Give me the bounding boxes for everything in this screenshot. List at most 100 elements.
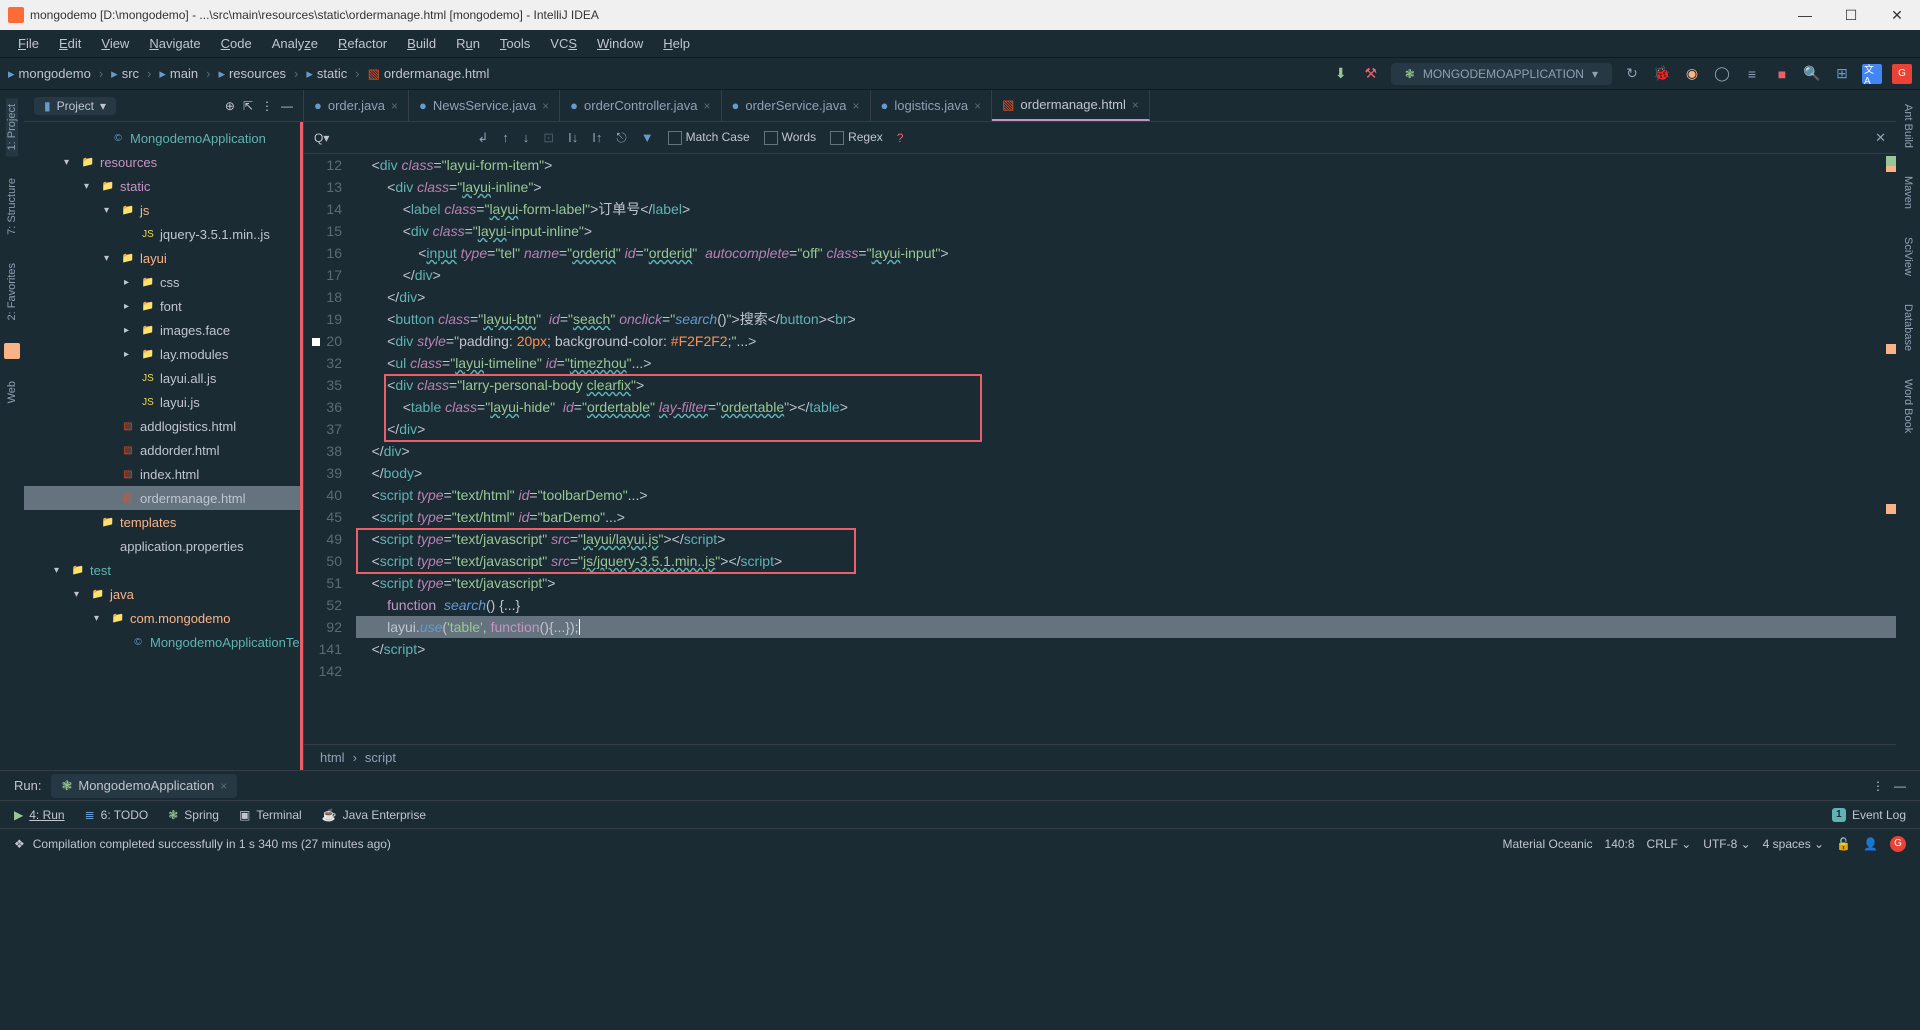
editor-tab[interactable]: ●NewsService.java× [409, 90, 560, 121]
breadcrumb-item[interactable]: ▸static [306, 66, 347, 82]
toolwindow-maven[interactable]: Maven [1902, 170, 1914, 215]
close-tab-icon[interactable]: × [542, 99, 549, 113]
maximize-button[interactable]: ☐ [1828, 0, 1874, 30]
attach-icon[interactable]: ≡ [1742, 64, 1762, 84]
find-input[interactable] [343, 130, 463, 145]
toolwindow-sciview[interactable]: SciView [1902, 231, 1914, 282]
indent-setting[interactable]: 4 spaces ⌄ [1763, 837, 1824, 851]
editor-tab[interactable]: ●orderController.java× [560, 90, 721, 121]
tree-item[interactable]: ©MongodemoApplicationTe [24, 630, 300, 654]
menu-tools[interactable]: Tools [490, 36, 540, 51]
toolwindow-project[interactable]: 1: Project [6, 98, 18, 156]
bottom-java-enterprise[interactable]: ☕Java Enterprise [322, 808, 426, 822]
tree-item[interactable]: JSjquery-3.5.1.min..js [24, 222, 300, 246]
funnel-icon[interactable]: ▼ [641, 130, 654, 145]
run-icon[interactable]: ↻ [1622, 64, 1642, 84]
coverage-icon[interactable]: ◉ [1682, 64, 1702, 84]
newline-icon[interactable]: ↲ [477, 130, 488, 146]
hammer-icon[interactable]: ⚒ [1361, 64, 1381, 84]
editor-tab[interactable]: ●logistics.java× [871, 90, 993, 121]
filter2-icon[interactable]: I↑ [592, 130, 602, 145]
toolwindow-web[interactable]: Web [6, 375, 18, 409]
menu-code[interactable]: Code [211, 36, 262, 51]
menu-edit[interactable]: Edit [49, 36, 91, 51]
toolwindow-favorites[interactable]: 2: Favorites [6, 257, 18, 326]
bottom-spring[interactable]: ❃Spring [168, 808, 219, 822]
close-tab-icon[interactable]: × [703, 99, 710, 113]
menu-window[interactable]: Window [587, 36, 653, 51]
menu-vcs[interactable]: VCS [540, 36, 587, 51]
breadcrumb-item[interactable]: ▸main [159, 66, 198, 82]
theme-indicator[interactable]: Material Oceanic [1502, 837, 1592, 851]
tree-item[interactable]: ▸📁font [24, 294, 300, 318]
build-icon[interactable]: ⬇ [1331, 64, 1351, 84]
tree-item[interactable]: JSlayui.js [24, 390, 300, 414]
regex-checkbox[interactable]: Regex [830, 130, 883, 145]
close-button[interactable]: ✕ [1874, 0, 1920, 30]
menu-run[interactable]: Run [446, 36, 490, 51]
tree-item[interactable]: ▧addorder.html [24, 438, 300, 462]
run-tab[interactable]: ❃ MongodemoApplication × [51, 774, 237, 798]
google-icon[interactable]: G [1892, 64, 1912, 84]
tree-item[interactable]: application.properties [24, 534, 300, 558]
file-encoding[interactable]: UTF-8 ⌄ [1703, 837, 1750, 851]
tree-item[interactable]: ▧ordermanage.html [24, 486, 300, 510]
grid-icon[interactable]: ⊞ [1832, 64, 1852, 84]
breadcrumb-item[interactable]: ▸resources [218, 66, 286, 82]
breadcrumb-item[interactable]: ▸mongodemo [8, 66, 91, 82]
bottom-terminal[interactable]: ▣Terminal [239, 808, 302, 822]
run-settings-icon[interactable]: ⋮ [1872, 779, 1884, 793]
tree-item[interactable]: ©MongodemoApplication [24, 126, 300, 150]
readonly-icon[interactable]: 🔓 [1836, 837, 1851, 851]
editor-breadcrumb[interactable]: html›script [304, 744, 1896, 770]
tree-item[interactable]: 📁templates [24, 510, 300, 534]
tree-item[interactable]: ▾📁static [24, 174, 300, 198]
words-checkbox[interactable]: Words [764, 130, 816, 145]
tree-item[interactable]: ▾📁resources [24, 150, 300, 174]
tree-item[interactable]: ▸📁css [24, 270, 300, 294]
tree-item[interactable]: ▾📁test [24, 558, 300, 582]
profiler-icon[interactable]: ◯ [1712, 64, 1732, 84]
tree-item[interactable]: ▾📁layui [24, 246, 300, 270]
google-status-icon[interactable]: G [1890, 836, 1906, 852]
hide-icon[interactable]: — [281, 99, 293, 113]
tree-item[interactable]: ▾📁java [24, 582, 300, 606]
select-icon[interactable]: ⊡ [543, 130, 554, 146]
stop-icon[interactable]: ■ [1772, 64, 1792, 84]
run-config-selector[interactable]: ❃ MONGODEMOAPPLICATION ▾ [1391, 63, 1612, 85]
close-tab-icon[interactable]: × [1132, 98, 1139, 112]
help-icon[interactable]: ? [897, 131, 904, 145]
code-editor[interactable]: 1213141516171819203235363738394045495051… [304, 154, 1896, 744]
breadcrumb-item[interactable]: ▧ordermanage.html [368, 66, 490, 82]
menu-file[interactable]: File [8, 36, 49, 51]
line-separator[interactable]: CRLF ⌄ [1647, 837, 1692, 851]
filter-icon[interactable]: I↓ [568, 130, 578, 145]
breadcrumb-item[interactable]: ▸src [111, 66, 139, 82]
toolwindow-database[interactable]: Database [1902, 298, 1914, 357]
search-icon[interactable]: 🔍 [1802, 64, 1822, 84]
editor-tab[interactable]: ▧ordermanage.html× [992, 90, 1150, 121]
menu-build[interactable]: Build [397, 36, 446, 51]
export-icon[interactable]: ⎋ [616, 130, 626, 146]
project-view-selector[interactable]: ▮ Project ▾ [34, 97, 116, 115]
menu-help[interactable]: Help [653, 36, 700, 51]
bottom-run[interactable]: ▶4: Run [14, 808, 65, 822]
close-tab-icon[interactable]: × [853, 99, 860, 113]
run-hide-icon[interactable]: — [1894, 779, 1906, 793]
menu-navigate[interactable]: Navigate [139, 36, 210, 51]
cursor-position[interactable]: 140:8 [1605, 837, 1635, 851]
collapse-icon[interactable]: ⇱ [243, 99, 253, 113]
debug-icon[interactable]: 🐞 [1652, 64, 1672, 84]
prev-match-icon[interactable]: ↑ [502, 130, 509, 145]
close-tab-icon[interactable]: × [974, 99, 981, 113]
tree-item[interactable]: ▸📁lay.modules [24, 342, 300, 366]
tree-item[interactable]: ▾📁com.mongodemo [24, 606, 300, 630]
inspections-icon[interactable]: 👤 [1863, 837, 1878, 851]
tree-item[interactable]: ▸📁images.face [24, 318, 300, 342]
toolwindow-wordbook[interactable]: Word Book [1902, 373, 1914, 439]
menu-analyze[interactable]: Analyze [262, 36, 328, 51]
tree-item[interactable]: ▧addlogistics.html [24, 414, 300, 438]
bottom-todo[interactable]: ≣6: TODO [85, 808, 149, 822]
tree-item[interactable]: JSlayui.all.js [24, 366, 300, 390]
tree-item[interactable]: ▾📁js [24, 198, 300, 222]
